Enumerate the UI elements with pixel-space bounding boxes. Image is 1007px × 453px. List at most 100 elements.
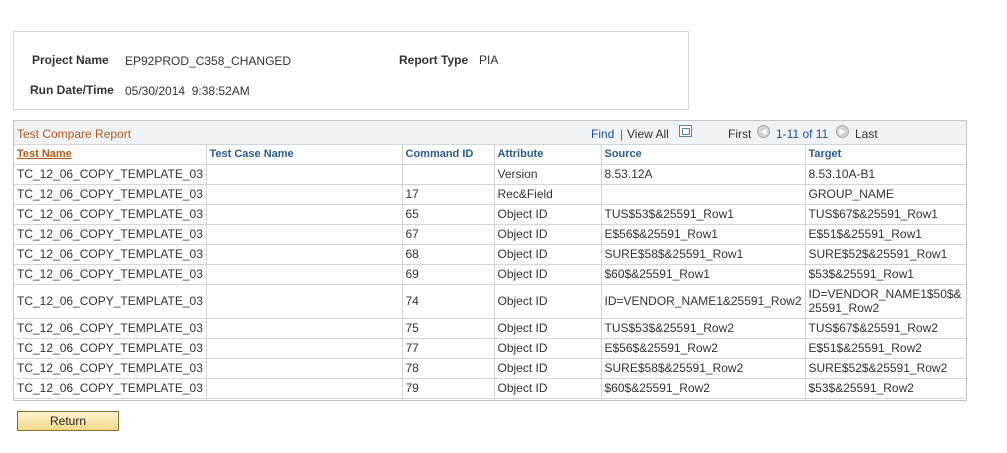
cell-test-name: TC_12_06_COPY_TEMPLATE_03 [14, 358, 207, 379]
cell-target: SURE$52$&25591_Row1 [805, 244, 966, 265]
cell-target: SURE$52$&25591_Row2 [805, 358, 966, 379]
cell-command-id: 69 [402, 264, 495, 285]
cell-target: $53$&25591_Row2 [805, 378, 966, 399]
cell-attribute: Object ID [494, 224, 602, 245]
cell-test-case-name [206, 284, 403, 319]
row-range-label: 1-11 of 11 [776, 127, 829, 141]
column-header-test-name[interactable]: Test Name [14, 145, 207, 165]
project-name-label: Project Name [32, 53, 109, 67]
table-row: TC_12_06_COPY_TEMPLATE_03 74 Object ID I… [14, 284, 966, 319]
previous-arrow-icon[interactable]: ◀ [757, 125, 770, 138]
cell-attribute: Object ID [494, 378, 602, 399]
cell-target: $53$&25591_Row1 [805, 264, 966, 285]
table-header-row: Test Name Test Case Name Command ID Attr… [14, 145, 966, 165]
cell-source: TUS$53$&25591_Row1 [601, 204, 806, 225]
cell-command-id: 74 [402, 284, 495, 319]
table-row: TC_12_06_COPY_TEMPLATE_03 65 Object ID T… [14, 204, 966, 225]
cell-target: GROUP_NAME [805, 184, 966, 205]
table-row: TC_12_06_COPY_TEMPLATE_03 75 Object ID T… [14, 318, 966, 339]
cell-test-case-name [206, 204, 403, 225]
column-header-source[interactable]: Source [601, 145, 806, 165]
cell-attribute: Object ID [494, 284, 602, 319]
cell-test-name: TC_12_06_COPY_TEMPLATE_03 [14, 244, 207, 265]
cell-attribute: Version [494, 164, 602, 185]
grid-title: Test Compare Report [17, 127, 132, 141]
table-row: TC_12_06_COPY_TEMPLATE_03 79 Object ID $… [14, 378, 966, 399]
first-label: First [728, 127, 752, 141]
test-compare-grid: Test Compare Report Find | View All Firs… [13, 120, 967, 401]
column-header-command-id[interactable]: Command ID [402, 145, 495, 165]
compare-table: Test Name Test Case Name Command ID Attr… [14, 145, 966, 399]
cell-attribute: Object ID [494, 204, 602, 225]
cell-source: SURE$58$&25591_Row1 [601, 244, 806, 265]
project-name-value: EP92PROD_C358_CHANGED [125, 54, 292, 68]
cell-target: E$51$&25591_Row1 [805, 224, 966, 245]
last-label: Last [855, 127, 878, 141]
cell-test-case-name [206, 184, 403, 205]
cell-test-name: TC_12_06_COPY_TEMPLATE_03 [14, 284, 207, 319]
cell-source: TUS$53$&25591_Row2 [601, 318, 806, 339]
cell-target: 8.53.10A-B1 [805, 164, 966, 185]
cell-test-name: TC_12_06_COPY_TEMPLATE_03 [14, 378, 207, 399]
report-type-label: Report Type [399, 53, 469, 67]
table-row: TC_12_06_COPY_TEMPLATE_03 77 Object ID E… [14, 338, 966, 359]
nav-separator: | [620, 127, 624, 141]
cell-test-case-name [206, 264, 403, 285]
cell-attribute: Object ID [494, 358, 602, 379]
cell-test-case-name [206, 318, 403, 339]
column-header-target[interactable]: Target [805, 145, 966, 165]
table-row: TC_12_06_COPY_TEMPLATE_03 78 Object ID S… [14, 358, 966, 379]
grid-header-bar: Test Compare Report Find | View All Firs… [14, 121, 966, 145]
cell-source: $60$&25591_Row2 [601, 378, 806, 399]
cell-source: ID=VENDOR_NAME1&25591_Row2 [601, 284, 806, 319]
run-datetime-value: 05/30/2014 9:38:52AM [125, 84, 250, 98]
cell-test-case-name [206, 224, 403, 245]
cell-command-id: 75 [402, 318, 495, 339]
cell-command-id: 67 [402, 224, 495, 245]
cell-target: TUS$67$&25591_Row1 [805, 204, 966, 225]
cell-test-name: TC_12_06_COPY_TEMPLATE_03 [14, 338, 207, 359]
cell-target: E$51$&25591_Row2 [805, 338, 966, 359]
cell-attribute: Object ID [494, 244, 602, 265]
cell-attribute: Object ID [494, 318, 602, 339]
report-info-panel: Project Name EP92PROD_C358_CHANGED Repor… [13, 31, 689, 110]
cell-test-case-name [206, 244, 403, 265]
cell-test-name: TC_12_06_COPY_TEMPLATE_03 [14, 264, 207, 285]
table-row: TC_12_06_COPY_TEMPLATE_03 Version 8.53.1… [14, 164, 966, 185]
cell-command-id: 17 [402, 184, 495, 205]
find-link[interactable]: Find [591, 127, 614, 141]
table-row: TC_12_06_COPY_TEMPLATE_03 17 Rec&Field G… [14, 184, 966, 205]
cell-test-name: TC_12_06_COPY_TEMPLATE_03 [14, 204, 207, 225]
cell-command-id: 77 [402, 338, 495, 359]
cell-test-case-name [206, 164, 403, 185]
cell-command-id: 79 [402, 378, 495, 399]
column-header-test-case-name[interactable]: Test Case Name [206, 145, 403, 165]
cell-target: ID=VENDOR_NAME1$50$&25591_Row2 [805, 284, 966, 319]
cell-test-name: TC_12_06_COPY_TEMPLATE_03 [14, 184, 207, 205]
cell-attribute: Object ID [494, 338, 602, 359]
cell-source: 8.53.12A [601, 164, 806, 185]
cell-command-id: 68 [402, 244, 495, 265]
table-row: TC_12_06_COPY_TEMPLATE_03 68 Object ID S… [14, 244, 966, 265]
cell-source: $60$&25591_Row1 [601, 264, 806, 285]
cell-source: E$56$&25591_Row2 [601, 338, 806, 359]
cell-command-id: 65 [402, 204, 495, 225]
cell-target: TUS$67$&25591_Row2 [805, 318, 966, 339]
cell-test-name: TC_12_06_COPY_TEMPLATE_03 [14, 164, 207, 185]
cell-command-id [402, 164, 495, 185]
cell-test-case-name [206, 338, 403, 359]
return-button[interactable]: Return [17, 411, 119, 431]
cell-command-id: 78 [402, 358, 495, 379]
view-all-link[interactable]: View All [627, 127, 669, 141]
cell-source [601, 184, 806, 205]
run-datetime-label: Run Date/Time [30, 83, 114, 97]
cell-test-name: TC_12_06_COPY_TEMPLATE_03 [14, 318, 207, 339]
next-arrow-icon[interactable]: ▶ [836, 125, 849, 138]
table-row: TC_12_06_COPY_TEMPLATE_03 67 Object ID E… [14, 224, 966, 245]
report-type-value: PIA [479, 53, 499, 67]
cell-source: E$56$&25591_Row1 [601, 224, 806, 245]
table-row: TC_12_06_COPY_TEMPLATE_03 69 Object ID $… [14, 264, 966, 285]
cell-attribute: Rec&Field [494, 184, 602, 205]
view-grid-zoom-icon[interactable] [679, 125, 692, 137]
column-header-attribute[interactable]: Attribute [494, 145, 602, 165]
